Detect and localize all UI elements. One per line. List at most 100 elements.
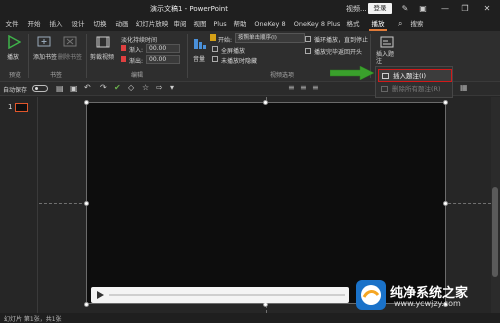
shape-icon[interactable]: ◇ [128, 83, 134, 92]
tab-plus[interactable]: Plus [212, 18, 228, 31]
tab-slideshow[interactable]: 幻灯片放映 [134, 18, 170, 31]
tab-help[interactable]: 帮助 [232, 18, 248, 31]
redo-icon[interactable]: ↷ [100, 83, 107, 92]
fade-out-icon [121, 56, 126, 62]
loop-checkbox[interactable] [305, 36, 311, 42]
tab-onekey-plus[interactable]: OneKey 8 Plus [292, 18, 342, 31]
slide-count: 幻灯片 第1张，共1张 [4, 316, 62, 323]
add-bookmark-label[interactable]: 添加书签 [33, 52, 57, 61]
arrow-icon[interactable]: ⇨ [156, 83, 163, 92]
fade-duration-title: 淡化持续时间 [121, 37, 158, 44]
format-painter-icon[interactable]: ✔ [114, 83, 121, 92]
autosave-label: 自动保存 [3, 87, 28, 94]
tab-insert[interactable]: 插入 [48, 18, 64, 31]
separator [28, 34, 29, 78]
video-control-bar[interactable] [91, 287, 349, 303]
trim-video-label[interactable]: 剪裁视频 [90, 52, 114, 61]
layout-icon[interactable]: ▦ [460, 83, 468, 92]
green-arrow-icon [330, 66, 374, 80]
fullscreen-checkbox[interactable] [212, 46, 218, 52]
fullscreen-label[interactable]: 全屏播放 [221, 46, 245, 55]
tab-home[interactable]: 开始 [26, 18, 42, 31]
fade-in-input[interactable]: 00.00 [146, 44, 180, 53]
fade-in-label: 渐入: [129, 47, 144, 54]
insert-caption-menu-item[interactable]: 插入题注(I) [378, 69, 452, 82]
start-select[interactable]: 按照单击顺序(I) [235, 33, 305, 43]
minimize-button[interactable]: — [436, 3, 454, 15]
watermark-logo [356, 280, 386, 310]
slide-thumbnail[interactable] [15, 103, 28, 112]
rewind-checkbox[interactable] [305, 48, 311, 54]
window-tag: 视频... [346, 5, 367, 13]
resize-handle[interactable] [443, 100, 448, 105]
star-icon[interactable]: ☆ [142, 83, 149, 92]
status-bar: 幻灯片 第1张，共1张 [0, 313, 500, 323]
present-icon[interactable]: ▣ [70, 84, 78, 93]
video-play-icon[interactable] [95, 290, 105, 300]
align-right-icon[interactable]: ≡ [312, 83, 319, 92]
save-icon[interactable]: ▤ [56, 84, 64, 93]
group-bookmarks: 书签 [49, 72, 62, 79]
loop-label[interactable]: 循环播放，直到停止 [314, 35, 368, 44]
customize-icon[interactable]: ▾ [170, 83, 174, 92]
search-label[interactable]: 搜索 [408, 18, 426, 31]
fade-in-icon [121, 45, 126, 51]
separator [86, 34, 87, 78]
tab-transitions[interactable]: 切换 [92, 18, 108, 31]
scrollbar-thumb[interactable] [492, 187, 498, 277]
fade-out-input[interactable]: 00.00 [146, 55, 180, 64]
start-icon [210, 34, 216, 41]
rewind-label[interactable]: 播放完毕返回开头 [314, 47, 362, 56]
play-icon[interactable] [7, 35, 21, 49]
login-button[interactable]: 登录 [368, 3, 392, 14]
tab-view[interactable]: 视图 [192, 18, 208, 31]
close-button[interactable]: ✕ [478, 3, 496, 15]
window-title: 演示文稿1 - PowerPoint [150, 5, 228, 13]
tab-review[interactable]: 审阅 [172, 18, 188, 31]
remove-bookmark-label[interactable]: 删除书签 [58, 52, 82, 61]
hide-label[interactable]: 未播放时隐藏 [221, 56, 257, 65]
slide-thumbnail-pane: 1 [0, 97, 38, 313]
caption-icon [382, 73, 389, 79]
title-bar: 演示文稿1 - PowerPoint 视频... 登录 ✎ ▣ — ❐ ✕ [0, 0, 500, 18]
align-center-icon[interactable]: ≡ [300, 83, 307, 92]
resize-handle[interactable] [84, 201, 89, 206]
volume-label[interactable]: 音量 [193, 54, 205, 63]
ribbon-display-icon[interactable]: ▣ [414, 3, 432, 15]
autosave-toggle[interactable] [32, 85, 48, 92]
tab-format[interactable]: 格式 [345, 18, 361, 31]
resize-handle[interactable] [84, 100, 89, 105]
volume-icon[interactable] [193, 37, 207, 51]
delete-captions-menu-item[interactable]: 删除所有题注(R) [378, 83, 452, 96]
restore-button[interactable]: ❐ [456, 3, 474, 15]
video-timeline[interactable] [109, 294, 345, 296]
caption-dropdown-menu: 插入题注(I) 删除所有题注(R) [375, 66, 453, 98]
toggle-knob [35, 87, 38, 90]
tab-design[interactable]: 设计 [70, 18, 86, 31]
video-frame[interactable] [86, 102, 446, 304]
tab-file[interactable]: 文件 [4, 18, 20, 31]
separator [187, 34, 188, 78]
insert-caption-icon[interactable] [380, 35, 394, 49]
remove-bookmark-icon[interactable] [63, 35, 77, 49]
ribbon-tabs: 文件 开始 插入 设计 切换 动画 幻灯片放映 审阅 视图 Plus 帮助 On… [0, 18, 500, 31]
align-left-icon[interactable]: ≡ [288, 83, 295, 92]
trim-video-icon[interactable] [96, 35, 110, 49]
play-label[interactable]: 播放 [7, 52, 19, 61]
fade-out-label: 渐出: [129, 58, 144, 65]
insert-caption-label[interactable]: 插入题注 [376, 51, 398, 65]
group-editing: 编辑 [130, 72, 143, 79]
search-icon[interactable]: ⌕ [398, 19, 402, 29]
resize-handle[interactable] [443, 201, 448, 206]
hide-checkbox[interactable] [212, 56, 218, 62]
resize-handle[interactable] [84, 302, 89, 307]
group-preview: 预览 [8, 72, 21, 79]
group-video-options: 视频选项 [269, 72, 294, 79]
tab-playback[interactable]: 播放 [369, 18, 387, 31]
add-bookmark-icon[interactable] [37, 35, 51, 49]
resize-handle[interactable] [263, 100, 268, 105]
undo-icon[interactable]: ↶ [84, 83, 91, 92]
pen-icon[interactable]: ✎ [396, 3, 414, 15]
tab-onekey[interactable]: OneKey 8 [252, 18, 288, 31]
tab-animations[interactable]: 动画 [114, 18, 130, 31]
